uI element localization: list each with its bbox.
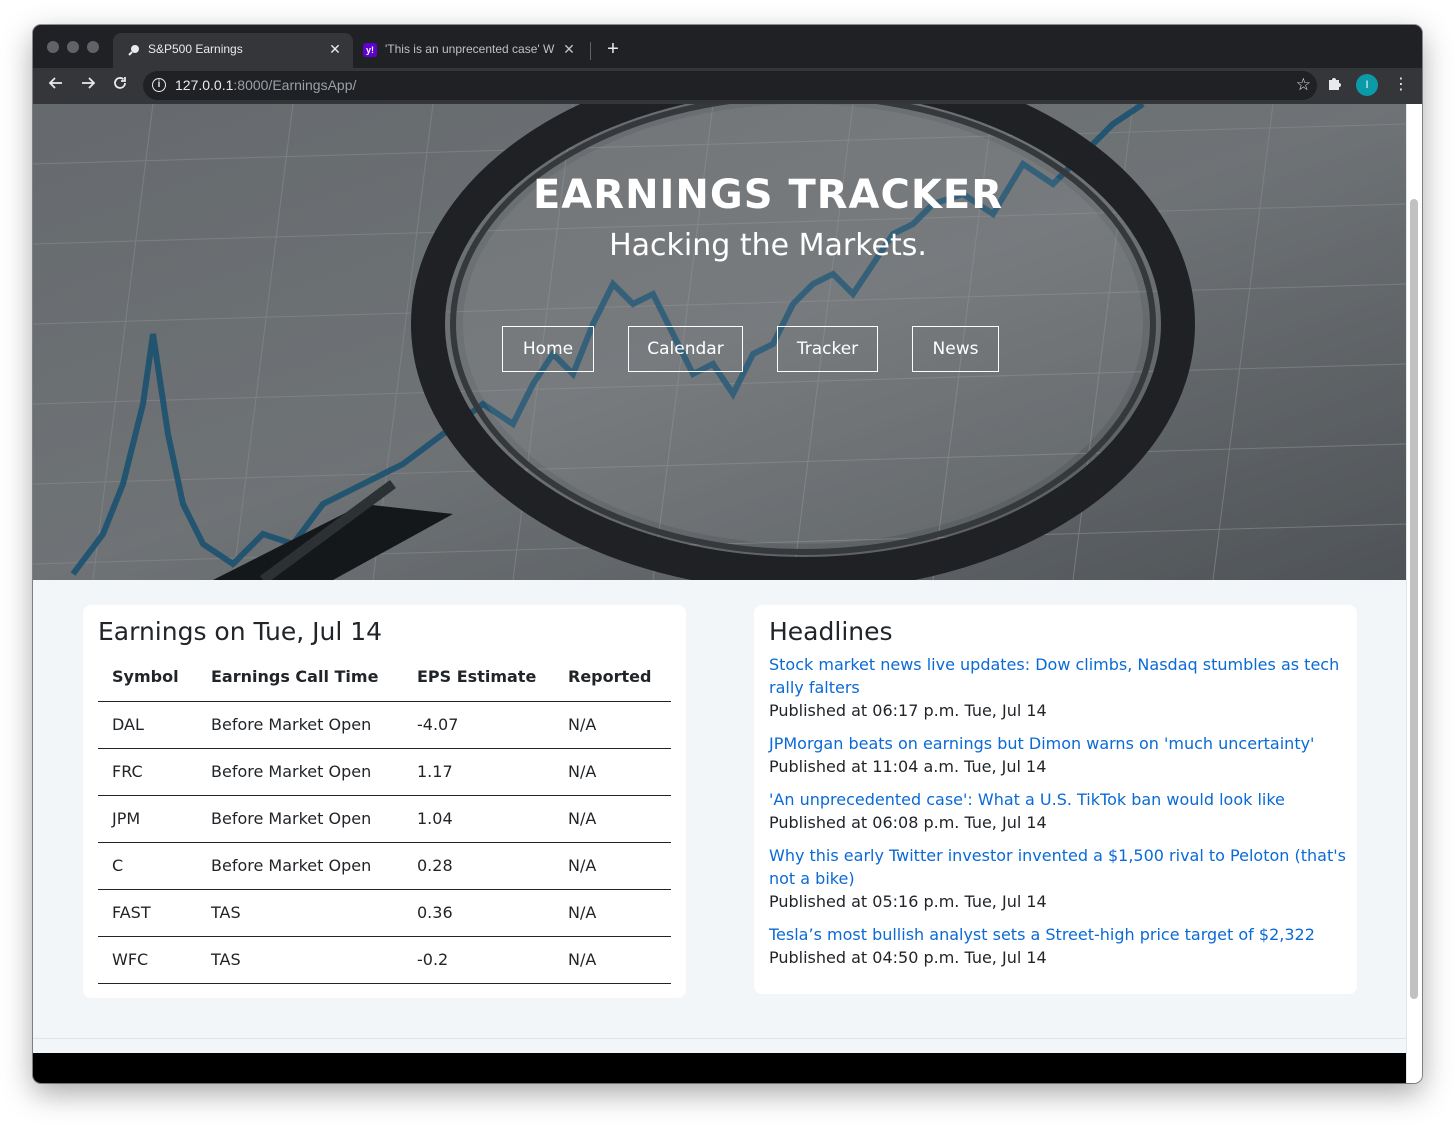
earnings-table: Symbol Earnings Call Time EPS Estimate R… [98, 665, 671, 984]
browser-toolbar: i 127.0.0.1:8000/EarningsApp/ ☆ I ⋮ [33, 68, 1422, 104]
call-time-cell: Before Market Open [197, 748, 403, 796]
eps-estimate-cell: -4.07 [403, 701, 554, 749]
site-title: EARNINGS TRACKER [532, 172, 1003, 218]
headline-link[interactable]: JPMorgan beats on earnings but Dimon war… [769, 732, 1349, 755]
headlines-card: Headlines Stock market news live updates… [754, 605, 1357, 994]
bookmark-star-icon[interactable]: ☆ [1296, 75, 1311, 95]
site-subtitle: Hacking the Markets. [609, 228, 927, 263]
table-row: FAST TAS 0.36 N/A [98, 889, 671, 937]
headline-item: Why this early Twitter investor invented… [769, 844, 1349, 913]
back-arrow-icon[interactable] [45, 75, 67, 97]
symbol-cell: FRC [98, 748, 197, 796]
tab-title: S&P500 Earnings [148, 42, 243, 56]
nav-tracker-button[interactable]: Tracker [777, 326, 878, 372]
tab-strip: S&P500 Earnings ✕ y! 'This is an unprece… [33, 25, 1422, 68]
table-row: C Before Market Open 0.28 N/A [98, 842, 671, 890]
symbol-cell: FAST [98, 889, 197, 937]
call-time-cell: Before Market Open [197, 701, 403, 749]
reported-cell: N/A [554, 889, 671, 937]
close-window-button[interactable] [47, 41, 59, 53]
more-menu-icon[interactable]: ⋮ [1393, 74, 1409, 94]
address-bar[interactable]: i 127.0.0.1:8000/EarningsApp/ ☆ [143, 71, 1317, 100]
headline-link[interactable]: Why this early Twitter investor invented… [769, 844, 1349, 890]
headline-published: Published at 06:08 p.m. Tue, Jul 14 [769, 813, 1047, 832]
page-viewport: EARNINGS TRACKER Hacking the Markets. Ho… [33, 104, 1422, 1083]
symbol-cell: JPM [98, 795, 197, 843]
minimize-window-button[interactable] [67, 41, 79, 53]
column-header-reported: Reported [554, 665, 671, 702]
column-header-eps-estimate: EPS Estimate [403, 665, 554, 702]
yahoo-favicon-icon: y! [363, 43, 377, 57]
tab-separator [590, 42, 591, 60]
table-header-row: Symbol Earnings Call Time EPS Estimate R… [98, 665, 671, 702]
symbol-cell: DAL [98, 701, 197, 749]
earnings-card-title: Earnings on Tue, Jul 14 [98, 617, 383, 646]
info-icon[interactable]: i [152, 78, 166, 92]
headline-item: 'An unprecedented case': What a U.S. Tik… [769, 788, 1349, 834]
call-time-cell: Before Market Open [197, 795, 403, 843]
table-row: WFC TAS -0.2 N/A [98, 936, 671, 984]
symbol-cell: WFC [98, 936, 197, 984]
nav-calendar-button[interactable]: Calendar [628, 326, 743, 372]
nav-home-button[interactable]: Home [502, 326, 594, 372]
headline-published: Published at 11:04 a.m. Tue, Jul 14 [769, 757, 1047, 776]
table-row: DAL Before Market Open -4.07 N/A [98, 701, 671, 749]
tab-sp500-earnings[interactable]: S&P500 Earnings ✕ [113, 33, 353, 68]
reload-icon[interactable] [109, 75, 131, 97]
headline-published: Published at 05:16 p.m. Tue, Jul 14 [769, 892, 1047, 911]
headlines-card-title: Headlines [769, 617, 893, 646]
reported-cell: N/A [554, 701, 671, 749]
vertical-scrollbar[interactable] [1406, 104, 1422, 1083]
symbol-cell: C [98, 842, 197, 890]
profile-avatar[interactable]: I [1356, 74, 1378, 96]
hero-banner: EARNINGS TRACKER Hacking the Markets. Ho… [33, 104, 1406, 580]
column-header-symbol: Symbol [98, 665, 197, 702]
new-tab-button[interactable]: + [603, 39, 623, 59]
eps-estimate-cell: 0.28 [403, 842, 554, 890]
zoom-window-button[interactable] [87, 41, 99, 53]
forward-arrow-icon[interactable] [77, 75, 99, 97]
browser-window: S&P500 Earnings ✕ y! 'This is an unprece… [33, 25, 1422, 1083]
reported-cell: N/A [554, 842, 671, 890]
headline-link[interactable]: Stock market news live updates: Dow clim… [769, 653, 1349, 699]
scrollbar-thumb[interactable] [1410, 199, 1418, 999]
call-time-cell: Before Market Open [197, 842, 403, 890]
magnifier-favicon-icon [127, 43, 141, 57]
headline-link[interactable]: Tesla’s most bullish analyst sets a Stre… [769, 923, 1349, 946]
close-tab-icon[interactable]: ✕ [561, 41, 577, 57]
reported-cell: N/A [554, 795, 671, 843]
headline-published: Published at 06:17 p.m. Tue, Jul 14 [769, 701, 1047, 720]
headline-item: Stock market news live updates: Dow clim… [769, 653, 1349, 722]
page-footer [33, 1053, 1406, 1083]
reported-cell: N/A [554, 748, 671, 796]
headline-item: JPMorgan beats on earnings but Dimon war… [769, 732, 1349, 778]
eps-estimate-cell: -0.2 [403, 936, 554, 984]
tab-title: 'This is an unprecented case' W [385, 42, 555, 56]
footer-divider [33, 1038, 1406, 1039]
earnings-card: Earnings on Tue, Jul 14 Symbol Earnings … [83, 605, 686, 998]
table-row: JPM Before Market Open 1.04 N/A [98, 795, 671, 843]
eps-estimate-cell: 1.04 [403, 795, 554, 843]
url-text: 127.0.0.1:8000/EarningsApp/ [175, 77, 357, 93]
headline-published: Published at 04:50 p.m. Tue, Jul 14 [769, 948, 1047, 967]
headline-item: Tesla’s most bullish analyst sets a Stre… [769, 923, 1349, 969]
column-header-call-time: Earnings Call Time [197, 665, 403, 702]
eps-estimate-cell: 0.36 [403, 889, 554, 937]
call-time-cell: TAS [197, 889, 403, 937]
extensions-puzzle-icon[interactable] [1326, 75, 1342, 96]
close-tab-icon[interactable]: ✕ [327, 41, 343, 57]
table-row: FRC Before Market Open 1.17 N/A [98, 748, 671, 796]
headline-link[interactable]: 'An unprecedented case': What a U.S. Tik… [769, 788, 1349, 811]
nav-news-button[interactable]: News [912, 326, 999, 372]
reported-cell: N/A [554, 936, 671, 984]
tab-unprecedented-case[interactable]: y! 'This is an unprecented case' W ✕ [355, 33, 591, 68]
call-time-cell: TAS [197, 936, 403, 984]
eps-estimate-cell: 1.17 [403, 748, 554, 796]
